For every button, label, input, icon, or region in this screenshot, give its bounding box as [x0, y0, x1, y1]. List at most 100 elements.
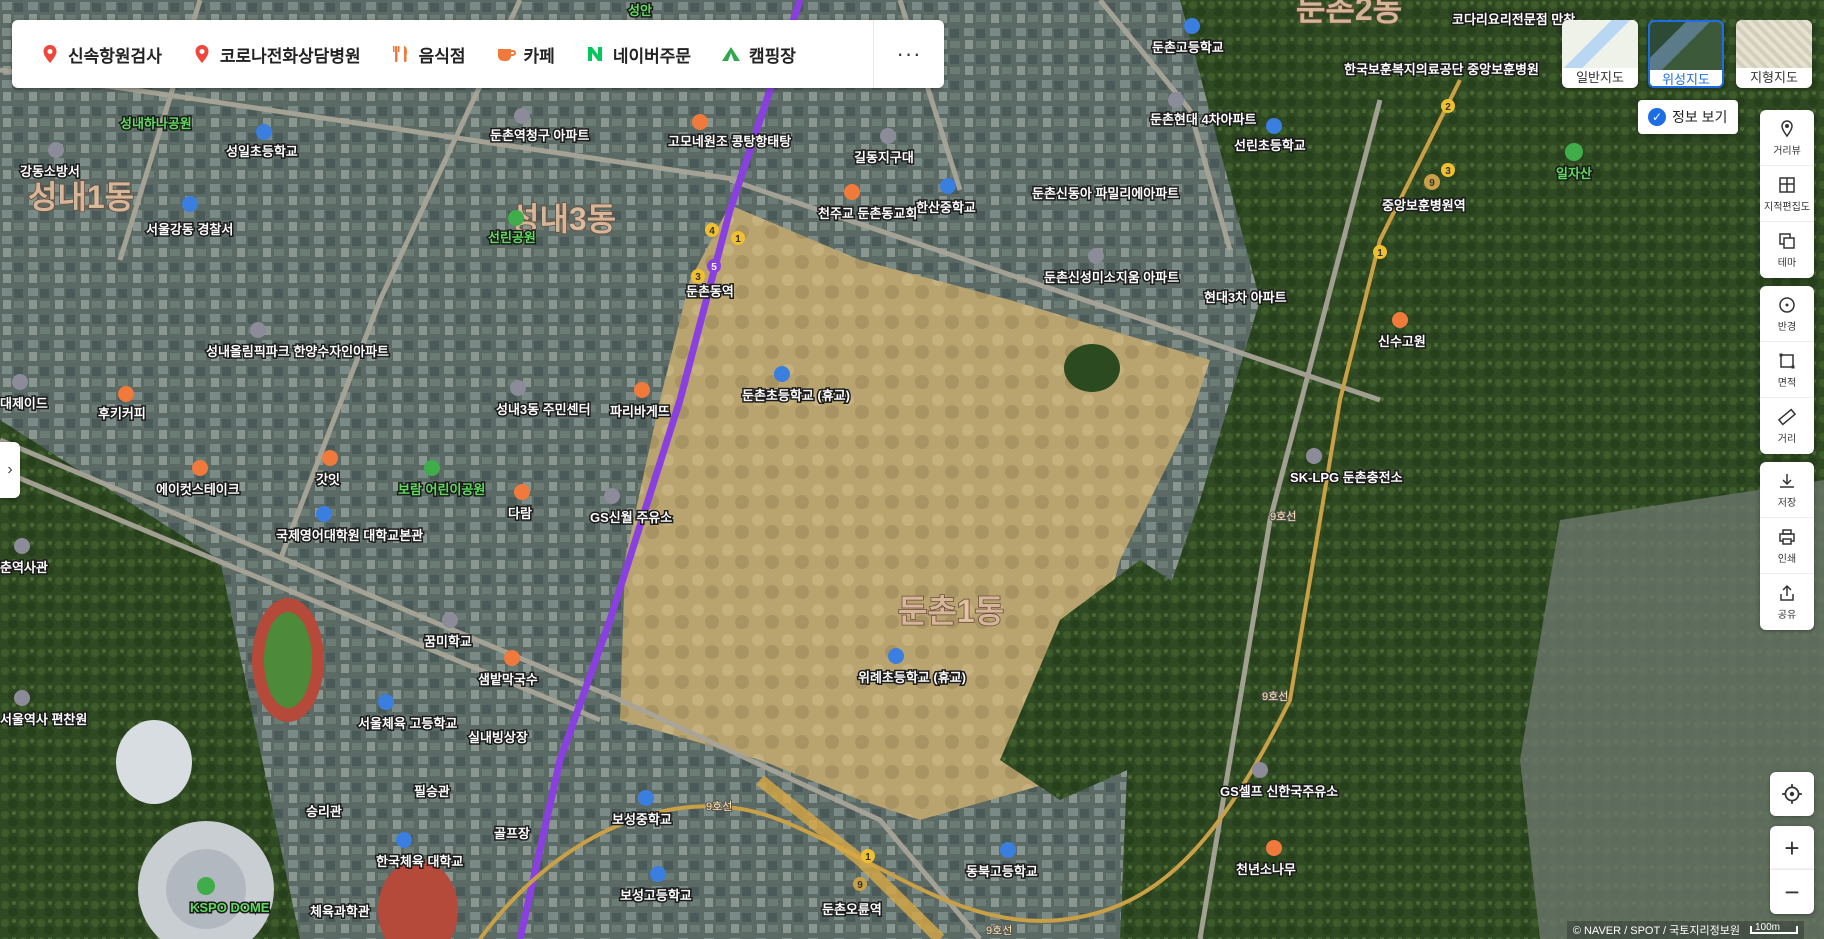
maptype-normal[interactable]: 일반지도	[1562, 20, 1638, 88]
poi-label[interactable]: 국제영어대학원 대학교본관	[275, 527, 425, 545]
category-camping[interactable]: 캠핑장	[721, 42, 796, 67]
cadastral-map-button[interactable]: 지적편집도	[1760, 166, 1814, 222]
poi-label[interactable]: 실내빙상장	[467, 729, 530, 747]
poi-label[interactable]: 승리관	[305, 803, 344, 821]
poi-label[interactable]: 둔촌역청구 아파트	[489, 127, 591, 145]
restaurant-icon[interactable]	[692, 114, 708, 130]
poi-label[interactable]: 성내하나공원	[119, 115, 194, 133]
poi-label[interactable]: 대제이드	[0, 395, 49, 413]
university-icon[interactable]	[316, 506, 332, 522]
poi-label[interactable]: 신수고원	[1377, 333, 1428, 351]
zoom-out-button[interactable]: −	[1770, 870, 1814, 914]
save-button[interactable]: 저장	[1760, 462, 1814, 518]
poi-label[interactable]: SK-LPG 둔촌충전소	[1289, 469, 1405, 487]
apartment-icon[interactable]	[12, 374, 28, 390]
poi-label[interactable]: 서울강동 경찰서	[145, 221, 235, 239]
poi-label[interactable]: 둔촌신동아 파밀리에아파트	[1031, 185, 1181, 203]
police-icon[interactable]	[182, 196, 198, 212]
area-button[interactable]: 면적	[1760, 342, 1814, 398]
apartment-icon[interactable]	[250, 322, 266, 338]
poi-label[interactable]: 체육과학관	[309, 903, 372, 921]
maptype-terrain[interactable]: 지형지도	[1736, 20, 1812, 88]
poi-label[interactable]: 필승관	[413, 783, 452, 801]
poi-label[interactable]: 보성고등학교	[619, 887, 694, 905]
poi-label[interactable]: 갓잇	[315, 471, 342, 489]
school-icon[interactable]	[774, 366, 790, 382]
poi-label[interactable]: 춘역사관	[0, 559, 49, 577]
poi-label[interactable]: GS셀프 신한국주유소	[1219, 783, 1340, 801]
poi-label[interactable]: 강동소방서	[19, 163, 82, 181]
cafe-icon[interactable]	[118, 386, 134, 402]
restaurant-icon[interactable]	[1392, 312, 1408, 328]
gas-station-icon[interactable]	[1306, 448, 1322, 464]
poi-label[interactable]: 둔촌고등학교	[1151, 39, 1226, 57]
tree-icon[interactable]	[1266, 840, 1282, 856]
mountain-icon[interactable]	[1565, 143, 1583, 161]
apartment-icon[interactable]	[1168, 92, 1184, 108]
poi-label[interactable]: 다람	[507, 505, 534, 523]
poi-label[interactable]: 천년소나무	[1235, 861, 1298, 879]
bakery-icon[interactable]	[634, 382, 650, 398]
school-icon[interactable]	[378, 694, 394, 710]
poi-label[interactable]: 서울역사 편찬원	[0, 711, 89, 729]
school-icon[interactable]	[1000, 842, 1016, 858]
category-naver-order[interactable]: 네이버주문	[585, 42, 691, 67]
restaurant-icon[interactable]	[514, 484, 530, 500]
school-icon[interactable]	[1266, 118, 1282, 134]
university-icon[interactable]	[396, 832, 412, 848]
gas-station-icon[interactable]	[1252, 762, 1268, 778]
poi-label[interactable]: 성안	[627, 2, 654, 20]
poi-label[interactable]: 길동지구대	[853, 149, 916, 167]
government-icon[interactable]	[510, 380, 526, 396]
school-icon[interactable]	[256, 124, 272, 140]
poi-label[interactable]: 성일초등학교	[225, 143, 300, 161]
museum-icon[interactable]	[14, 538, 30, 554]
satellite-map[interactable]: 성내1동 성내3동 둔촌1동 둔촌2동 성안 코다리요리전문점 만찬 한국보훈복…	[0, 0, 1824, 939]
radius-button[interactable]: 반경	[1760, 286, 1814, 342]
poi-label[interactable]: KSPO DOME	[189, 899, 272, 917]
fire-station-icon[interactable]	[48, 142, 64, 158]
poi-label[interactable]: 현대3차 아파트	[1203, 289, 1289, 307]
category-restaurant[interactable]: 음식점	[391, 42, 466, 67]
share-button[interactable]: 공유	[1760, 574, 1814, 630]
maptype-satellite[interactable]: 위성지도	[1648, 20, 1724, 88]
poi-label[interactable]: 샘밭막국수	[477, 671, 540, 689]
poi-label[interactable]: 코다리요리전문점 만찬	[1451, 11, 1577, 29]
school-icon[interactable]	[940, 178, 956, 194]
poi-label[interactable]: 서울체육 고등학교	[357, 715, 459, 733]
poi-label[interactable]: 파리바게뜨	[609, 403, 672, 421]
poi-label[interactable]: 선린초등학교	[1233, 137, 1308, 155]
poi-label[interactable]: 둔촌오륜역	[821, 901, 884, 919]
poi-label[interactable]: 위례초등학교 (휴교)	[857, 669, 968, 687]
poi-label[interactable]: 보성중학교	[611, 811, 674, 829]
poi-label[interactable]: 선린공원	[487, 229, 538, 247]
poi-label[interactable]: 중앙보훈병원역	[1381, 197, 1468, 215]
poi-label[interactable]: 보람 어린이공원	[397, 481, 487, 499]
category-cafe[interactable]: 카페	[496, 42, 555, 67]
police-icon[interactable]	[880, 128, 896, 144]
poi-label[interactable]: 동북고등학교	[965, 863, 1040, 881]
theme-button[interactable]: 테마	[1760, 222, 1814, 278]
school-icon[interactable]	[638, 790, 654, 806]
school-icon[interactable]	[888, 648, 904, 664]
school-icon[interactable]	[650, 866, 666, 882]
info-view-toggle[interactable]: ✓ 정보 보기	[1638, 100, 1738, 134]
restaurant-icon[interactable]	[504, 650, 520, 666]
poi-label[interactable]: 한국보훈복지의료공단 중앙보훈병원	[1343, 61, 1541, 79]
restaurant-icon[interactable]	[192, 460, 208, 476]
school-icon[interactable]	[1184, 18, 1200, 34]
poi-label[interactable]: GS신월 주유소	[589, 509, 674, 527]
church-icon[interactable]	[844, 184, 860, 200]
poi-label[interactable]: 한산중학교	[915, 199, 978, 217]
park-icon[interactable]	[424, 460, 440, 476]
poi-label[interactable]: 골프장	[493, 825, 532, 843]
category-covid-phone-hospital[interactable]: 코로나전화상담병원	[192, 42, 361, 67]
current-location-button[interactable]	[1770, 772, 1814, 816]
street-view-button[interactable]: 거리뷰	[1760, 110, 1814, 166]
restaurant-icon[interactable]	[322, 450, 338, 466]
landmark-icon[interactable]	[197, 877, 215, 895]
side-panel-toggle[interactable]: ›	[0, 442, 20, 498]
poi-label[interactable]: 후키커피	[97, 405, 148, 423]
apartment-icon[interactable]	[1088, 248, 1104, 264]
poi-label[interactable]: 꿈미학교	[423, 633, 474, 651]
